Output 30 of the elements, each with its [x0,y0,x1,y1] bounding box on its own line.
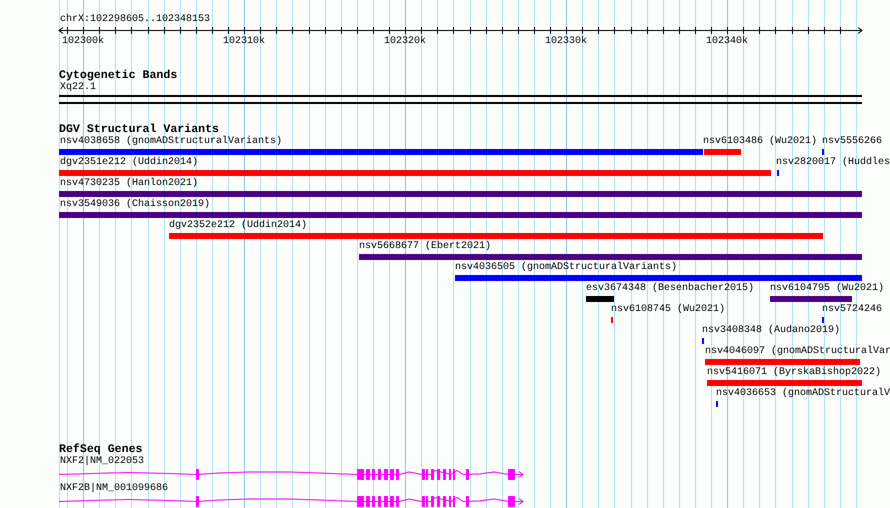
tick-label: 102300k [62,36,104,48]
variant-label: nsv4036653 (gnomADStructuralV [716,388,890,400]
gene-label: NXF2B|NM_001099686 [59,483,170,495]
track-title: DGV Structural Variants [58,124,220,136]
location-label: chrX:102298605..102348153 [59,12,212,26]
variant-label: nsv2820017 (Huddles [776,157,890,169]
tick-label: 102310k [223,36,265,48]
variant-label: nsv3549036 (Chaisson2019) [60,199,210,211]
variant-label: nsv6103486 (Wu2021) [703,136,818,148]
variant-label: nsv4730235 (Hanlon2021) [60,178,198,190]
tick-label: 102340k [706,36,748,48]
variant-label: nsv5556266 [822,136,882,148]
variant-label: nsv6104795 (Wu2021) [770,283,884,295]
variant-label: nsv4036505 (gnomADStructuralVariants) [455,262,678,274]
variant-label: nsv5724246 [822,304,882,316]
variant-label: dgv2351e212 (Uddin2014) [60,157,198,169]
tick-label: 102330k [545,36,587,48]
track-title: Cytogenetic Bands [58,70,178,82]
track-title: RefSeq Genes [58,444,142,456]
variant-label: nsv5668677 (Ebert2021) [359,241,492,253]
variant-label: nsv4038658 (gnomADStructuralVariants) [60,136,282,148]
gene-label: NXF2|NM_022053 [59,456,146,468]
variant-label: nsv5416071 (ByrskaBishop2022) [707,367,882,379]
variant-label: nsv4046097 (gnomADStructuralVar [705,346,890,358]
variant-label: esv3674348 (Besenbacher2015) [586,283,754,295]
variant-label: dgv2352e212 (Uddin2014) [169,220,308,232]
band-label: Xq22.1 [59,82,98,94]
variant-label: nsv6108745 (Wu2021) [611,304,726,316]
variant-label: nsv3408348 (Audano2019) [702,325,840,337]
tick-label: 102320k [384,36,426,48]
